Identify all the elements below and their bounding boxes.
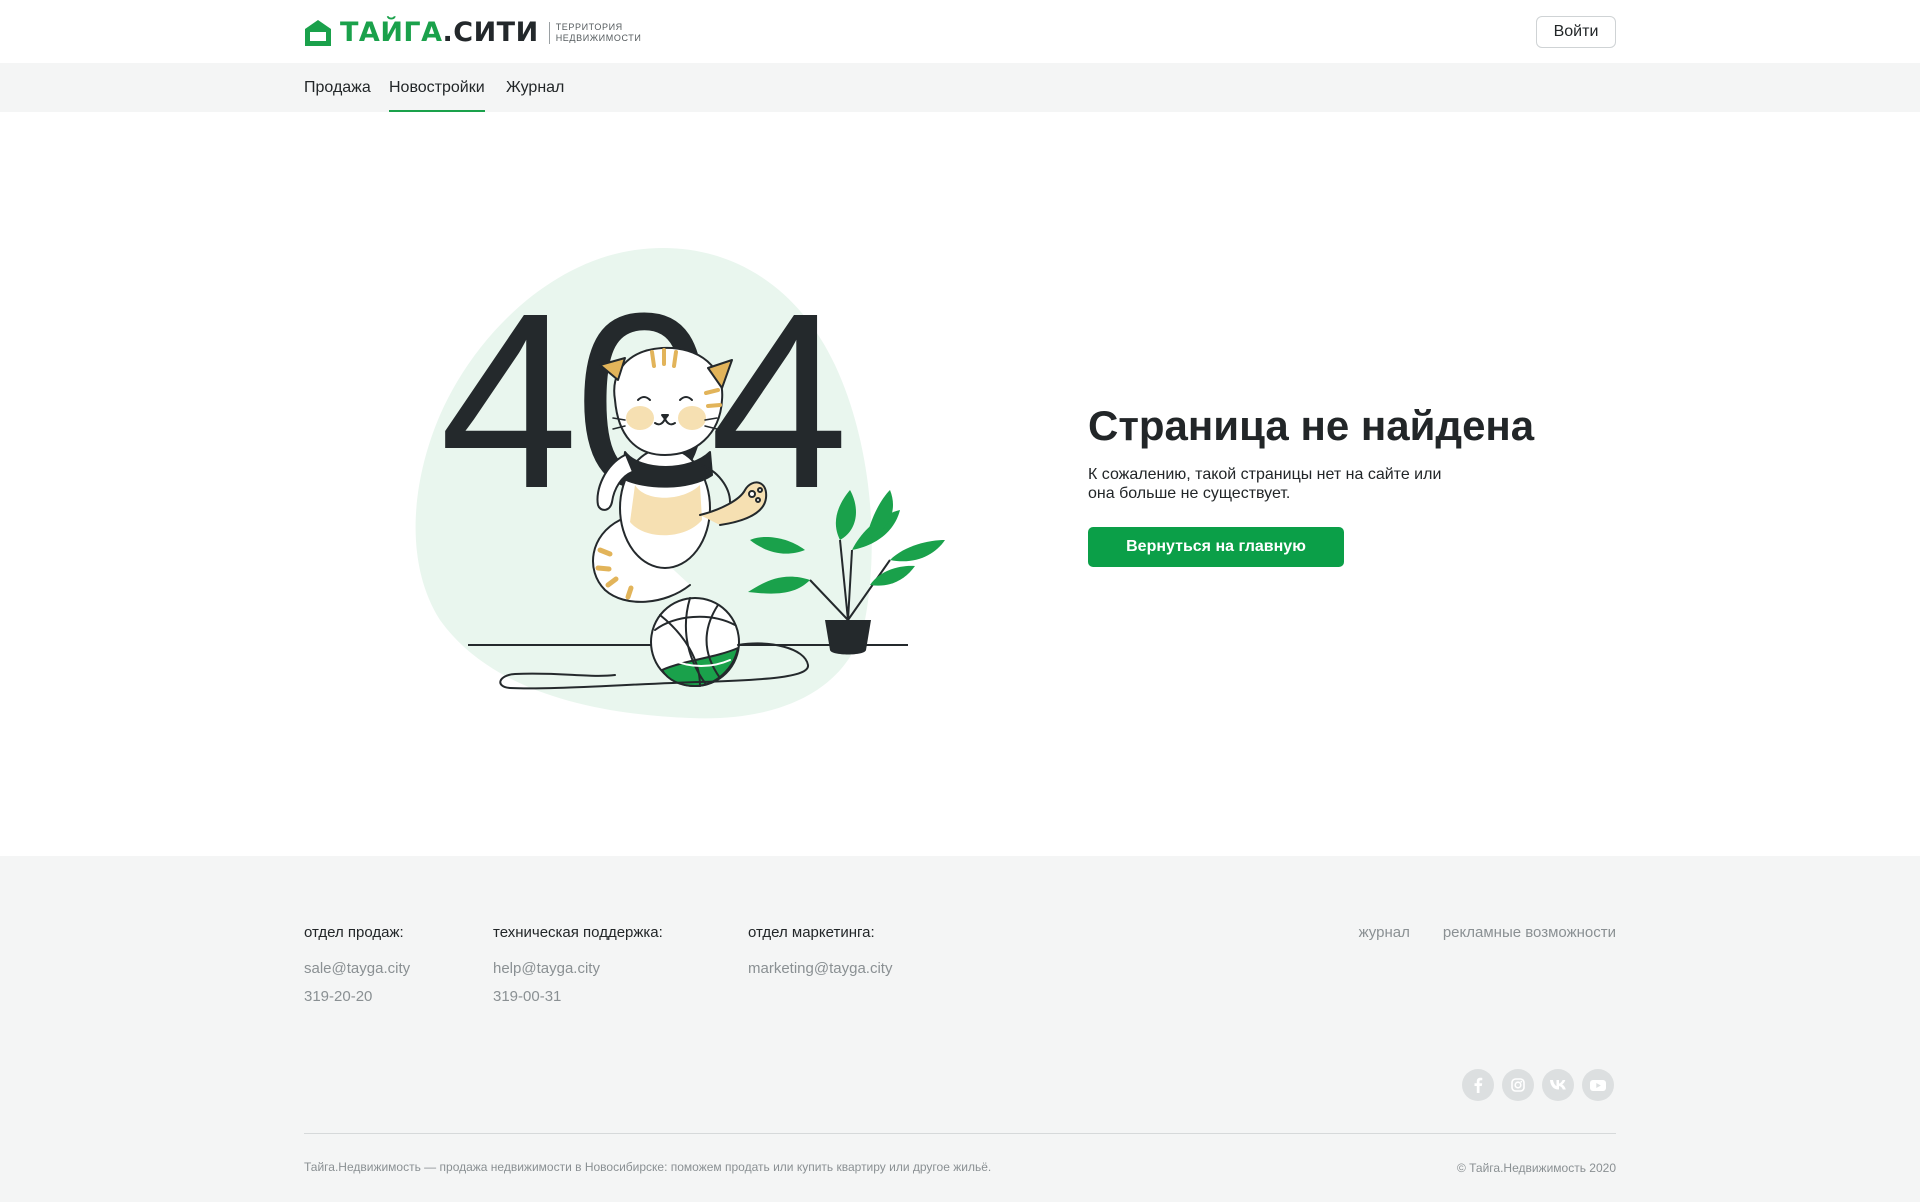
facebook-icon[interactable] <box>1462 1069 1494 1101</box>
footer-description: Тайга.Недвижимость — продажа недвижимост… <box>304 1160 992 1174</box>
sales-heading: отдел продаж: <box>304 924 404 941</box>
logo-tagline-line1: ТЕРРИТОРИЯ <box>555 22 623 32</box>
logo-wordmark-part1: ТАЙГА <box>340 17 443 48</box>
login-button[interactable]: Войти <box>1536 16 1616 48</box>
site-header: ТАЙГА.СИТИ ТЕРРИТОРИЯ НЕДВИЖИМОСТИ Войти <box>0 0 1920 63</box>
marketing-heading: отдел маркетинга: <box>748 924 875 941</box>
error-description: К сожалению, такой страницы нет на сайте… <box>1088 465 1468 503</box>
nav-item-new-buildings[interactable]: Новостройки <box>389 63 485 112</box>
sales-email-link[interactable]: sale@tayga.city <box>304 960 410 978</box>
back-home-button[interactable]: Вернуться на главную <box>1088 527 1344 567</box>
error-description-line2: она больше не существует. <box>1088 485 1291 502</box>
footer-copyright: © Тайга.Недвижимость 2020 <box>1456 1161 1616 1175</box>
house-logo-icon <box>305 20 331 46</box>
logo-wordmark: ТАЙГА.СИТИ <box>340 17 539 49</box>
instagram-icon[interactable] <box>1502 1069 1534 1101</box>
site-footer: отдел продаж: sale@tayga.city 319-20-20 … <box>0 856 1920 1202</box>
footer-marketing-contacts: отдел маркетинга: marketing@tayga.city <box>748 924 892 978</box>
footer-link-advertising[interactable]: рекламные возможности <box>1443 924 1616 942</box>
error-description-line1: К сожалению, такой страницы нет на сайте… <box>1088 466 1442 483</box>
footer-link-journal[interactable]: журнал <box>1359 924 1410 942</box>
logo-wordmark-part2: .СИТИ <box>442 17 539 48</box>
nav-item-journal[interactable]: Журнал <box>506 63 564 112</box>
support-phone[interactable]: 319-00-31 <box>493 988 663 1006</box>
page-title: Страница не найдена <box>1088 402 1535 449</box>
marketing-email-link[interactable]: marketing@tayga.city <box>748 960 892 978</box>
sales-phone[interactable]: 319-20-20 <box>304 988 410 1006</box>
main-nav: Продажа Новостройки Журнал <box>0 63 1920 112</box>
footer-sales-contacts: отдел продаж: sale@tayga.city 319-20-20 <box>304 924 410 1006</box>
social-links <box>1462 1069 1614 1101</box>
footer-support-contacts: техническая поддержка: help@tayga.city 3… <box>493 924 663 1006</box>
logo-tagline-line2: НЕДВИЖИМОСТИ <box>555 33 642 43</box>
nav-item-sale[interactable]: Продажа <box>304 63 371 112</box>
site-logo[interactable]: ТАЙГА.СИТИ ТЕРРИТОРИЯ НЕДВИЖИМОСТИ <box>304 17 641 49</box>
youtube-icon[interactable] <box>1582 1069 1614 1101</box>
not-found-illustration: 404 <box>415 247 945 719</box>
footer-links: журнал рекламные возможности <box>1359 924 1616 942</box>
vk-icon[interactable] <box>1542 1069 1574 1101</box>
footer-divider <box>304 1133 1616 1134</box>
support-email-link[interactable]: help@tayga.city <box>493 960 663 978</box>
logo-tagline: ТЕРРИТОРИЯ НЕДВИЖИМОСТИ <box>556 22 642 44</box>
logo-divider <box>548 22 550 44</box>
support-heading: техническая поддержка: <box>493 924 663 941</box>
